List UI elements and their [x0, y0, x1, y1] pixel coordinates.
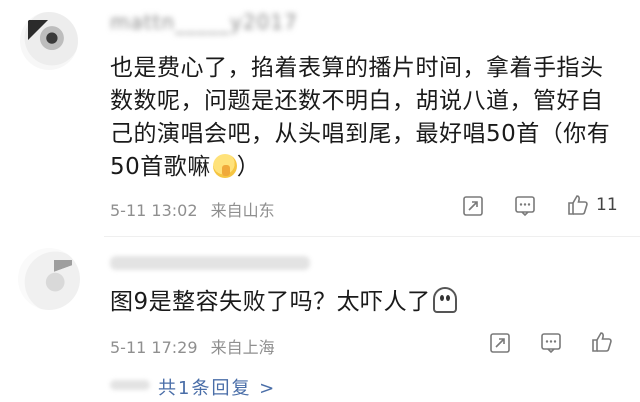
avatar[interactable]: [18, 248, 80, 310]
comment-time: 5-11 17:29: [110, 338, 198, 357]
ghost-emoji-icon: [432, 287, 457, 313]
comment-button[interactable]: [539, 331, 563, 355]
comment-meta: 5-11 17:29 来自上海: [110, 334, 283, 358]
comment-time: 5-11 13:02: [110, 201, 198, 220]
share-icon: [463, 196, 483, 216]
share-icon: [490, 333, 510, 353]
thumbs-up-icon: [568, 195, 588, 215]
comment-location: 来自上海: [210, 338, 275, 357]
like-count: 11: [596, 195, 618, 215]
comment-item: 图9是整容失败了吗？太吓人了 5-11 17:29 来自上海: [0, 236, 640, 402]
comment-text-body: 也是费心了，掐着表算的播片时间，拿着手指头数数呢，问题是还数不明白，胡说八道，管…: [110, 55, 611, 180]
like-button[interactable]: [590, 330, 614, 354]
comment-text: 也是费心了，掐着表算的播片时间，拿着手指头数数呢，问题是还数不明白，胡说八道，管…: [110, 52, 625, 184]
reply-avatar-redacted: [110, 380, 150, 390]
comment-icon: [515, 196, 535, 217]
comment-meta: 5-11 13:02 来自山东: [110, 197, 283, 221]
share-button[interactable]: [461, 194, 485, 218]
shushing-face-emoji-icon: [212, 154, 237, 178]
comment-text-end: ）: [236, 154, 261, 180]
username[interactable]: mattn_____y2017: [110, 10, 298, 34]
share-button[interactable]: [488, 331, 512, 355]
like-button[interactable]: 11: [566, 193, 618, 217]
avatar[interactable]: [20, 12, 78, 70]
comment-text: 图9是整容失败了吗？太吓人了: [110, 286, 625, 319]
comment-item: mattn_____y2017 也是费心了，掐着表算的播片时间，拿着手指头数数呢…: [0, 0, 640, 236]
comment-location: 来自山东: [210, 201, 275, 220]
username-redacted: [110, 256, 310, 270]
thumbs-up-icon: [592, 332, 612, 352]
comment-button[interactable]: [513, 194, 537, 218]
comment-icon: [541, 333, 561, 354]
comment-text-body: 图9是整容失败了吗？太吓人了: [110, 289, 431, 315]
view-replies-link[interactable]: 共1条回复 >: [158, 374, 276, 400]
